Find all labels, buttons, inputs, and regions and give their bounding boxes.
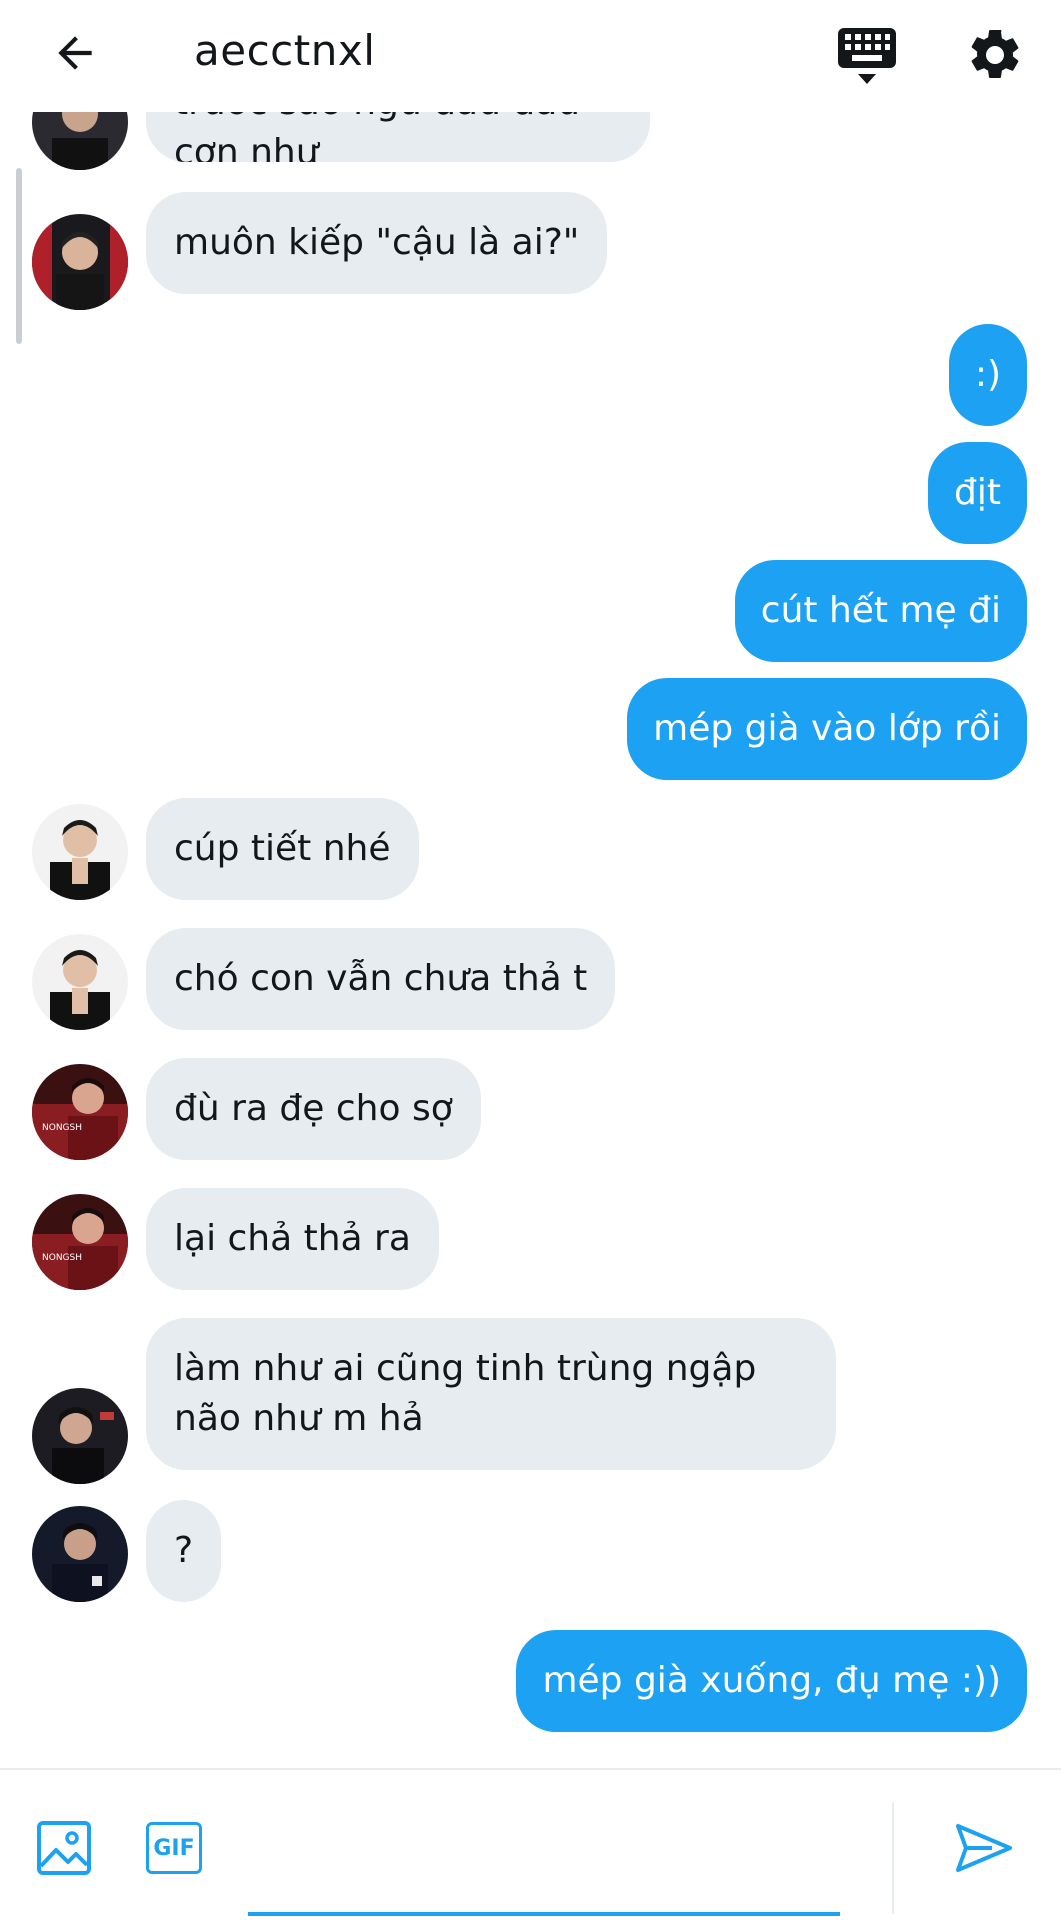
message-bubble-incoming[interactable]: làm như ai cũng tinh trùng ngập não như … — [146, 1318, 836, 1470]
avatar[interactable] — [32, 934, 128, 1030]
message-bubble-outgoing[interactable]: cút hết mẹ đi — [734, 560, 1027, 662]
gear-icon — [971, 29, 1019, 78]
avatar[interactable]: NONGSH — [32, 1064, 128, 1160]
message-thread[interactable]: trước sao ngủ đâu đâu cơn như muôn kiếp … — [0, 112, 1061, 1768]
divider — [892, 1802, 894, 1914]
scrollbar[interactable] — [16, 168, 22, 344]
keyboard-toggle-button[interactable] — [832, 20, 902, 90]
avatar[interactable] — [32, 1388, 128, 1484]
avatar[interactable] — [32, 214, 128, 310]
avatar[interactable] — [32, 804, 128, 900]
message-input[interactable] — [248, 1806, 844, 1888]
add-gif-button[interactable]: GIF — [146, 1822, 202, 1874]
message-bubble-outgoing[interactable]: :) — [948, 324, 1027, 426]
svg-text:NONGSH: NONGSH — [42, 1253, 82, 1263]
add-image-button[interactable] — [36, 1820, 92, 1876]
message-bubble-incoming[interactable]: chó con vẫn chưa thả t — [146, 928, 616, 1030]
message-input-wrapper — [248, 1806, 844, 1888]
message-bubble-outgoing[interactable]: mép già vào lớp rồi — [627, 678, 1027, 780]
message-bubble-incoming[interactable]: đù ra đẹ cho sợ — [146, 1058, 481, 1160]
message-bubble-incoming[interactable]: trước sao ngủ đâu đâu cơn như — [146, 112, 650, 162]
image-icon — [37, 1821, 91, 1875]
avatar[interactable] — [32, 112, 128, 170]
message-bubble-incoming[interactable]: cúp tiết nhé — [146, 798, 419, 900]
svg-text:NONGSH: NONGSH — [42, 1123, 82, 1133]
input-underline — [248, 1912, 840, 1916]
message-bubble-incoming[interactable]: muôn kiếp "cậu là ai?" — [146, 192, 608, 294]
avatar[interactable] — [32, 1506, 128, 1602]
arrow-left-icon — [58, 36, 92, 70]
message-composer: GIF — [0, 1768, 1061, 1922]
settings-button[interactable] — [960, 20, 1030, 90]
message-bubble-outgoing[interactable]: địt — [928, 442, 1027, 544]
keyboard-icon — [838, 28, 896, 84]
send-icon — [956, 1824, 1012, 1872]
message-bubble-outgoing[interactable]: mép già xuống, đụ mẹ :)) — [516, 1630, 1027, 1732]
send-button[interactable] — [952, 1816, 1016, 1880]
back-button[interactable] — [44, 22, 106, 84]
message-bubble-incoming[interactable]: ? — [146, 1500, 222, 1602]
conversation-header: aecctnxl — [0, 0, 1061, 112]
message-bubble-incoming[interactable]: lại chả thả ra — [146, 1188, 439, 1290]
conversation-title: aecctnxl — [194, 26, 376, 75]
avatar[interactable]: NONGSH — [32, 1194, 128, 1290]
